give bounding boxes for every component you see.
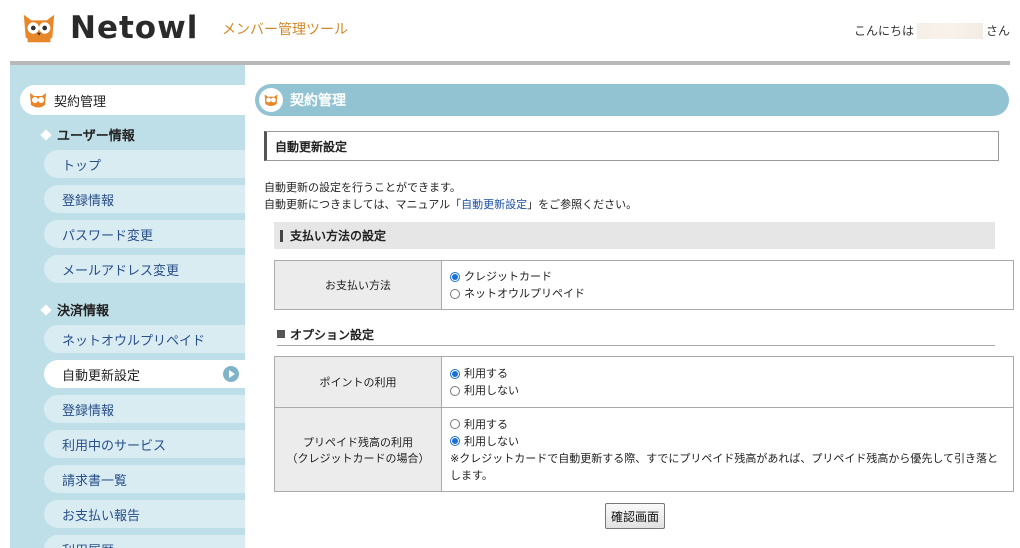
option-table: ポイントの利用 利用する 利用しない プリペイド残高の利用 （クレジットカードの…: [274, 356, 1014, 492]
section-title: ユーザー情報: [57, 129, 135, 144]
payment-method-options: クレジットカード ネットオウルプリペイド: [441, 260, 1014, 310]
table-row: ポイントの利用 利用する 利用しない: [274, 356, 1014, 408]
page-heading: 契約管理: [255, 84, 1009, 116]
radio-label: クレジットカード: [464, 270, 552, 283]
payment-section-title: 支払い方法の設定: [290, 229, 387, 243]
sidebar-item-auto-renew[interactable]: 自動更新設定: [44, 360, 245, 388]
arrow-right-icon: [223, 366, 239, 382]
manual-link[interactable]: 自動更新設定: [461, 198, 527, 211]
sidebar-head[interactable]: 契約管理: [20, 85, 245, 115]
points-options: 利用する 利用しない: [441, 356, 1014, 408]
section-payment-info: 決済情報: [40, 300, 110, 319]
diamond-icon: [40, 128, 52, 141]
section-user-info: ユーザー情報: [40, 125, 135, 144]
sidebar-item-payment-report[interactable]: お支払い報告: [44, 500, 245, 528]
points-label: ポイントの利用: [274, 356, 442, 408]
sidebar-item-payment-registration[interactable]: 登録情報: [44, 395, 245, 423]
prepaid-label: プリペイド残高の利用 （クレジットカードの場合）: [274, 407, 442, 492]
radio-label: ネットオウルプリペイド: [464, 287, 585, 300]
option-section-title: オプション設定: [290, 327, 375, 342]
radio-credit-card[interactable]: クレジットカード: [450, 268, 1005, 285]
radio-label: 利用しない: [464, 434, 519, 448]
radio-unselected-icon: [450, 288, 460, 299]
radio-prepaid[interactable]: ネットオウルプリペイド: [450, 285, 1005, 302]
radio-points-no-use[interactable]: 利用しない: [450, 382, 1005, 399]
owl-icon: [30, 93, 46, 108]
page-title: 契約管理: [290, 93, 346, 109]
radio-prepaid-use[interactable]: 利用する: [450, 416, 1005, 433]
sidebar-item-label: 自動更新設定: [62, 368, 141, 384]
greeting-suffix: さん: [985, 24, 1010, 38]
header: Netowl メンバー管理ツール こんにちは さん: [0, 0, 1020, 60]
sidebar-item-prepaid[interactable]: ネットオウルプリペイド: [44, 325, 245, 353]
bar-icon: [280, 229, 283, 242]
owl-icon: [259, 88, 283, 112]
sidebar: 契約管理 ユーザー情報 トップ 登録情報 パスワード変更 メールアドレス変更 決…: [10, 65, 245, 548]
radio-label: 利用する: [464, 417, 508, 431]
prepaid-options: 利用する 利用しない ※クレジットカードで自動更新する際、すでにプリペイド残高が…: [441, 407, 1014, 492]
sidebar-item-password[interactable]: パスワード変更: [44, 220, 245, 248]
sidebar-head-label: 契約管理: [54, 94, 107, 110]
radio-selected-icon: [450, 368, 460, 379]
sidebar-item-email[interactable]: メールアドレス変更: [44, 255, 245, 283]
prepaid-label-line2: （クレジットカードの場合）: [286, 451, 430, 465]
section-title: 決済情報: [57, 304, 110, 319]
greeting: こんにちは さん: [854, 22, 1010, 39]
description-line-1: 自動更新の設定を行うことができます。: [264, 181, 461, 194]
table-row: お支払い方法 クレジットカード ネットオウルプリペイド: [274, 260, 1014, 310]
confirm-button[interactable]: 確認画面: [605, 503, 666, 529]
desc-prefix: 自動更新につきましては、マニュアル「: [264, 198, 462, 211]
netowl-logo[interactable]: Netowl: [20, 8, 198, 48]
square-icon: [277, 330, 285, 338]
payment-method-label: お支払い方法: [274, 260, 442, 310]
radio-points-use[interactable]: 利用する: [450, 365, 1005, 382]
main-content: 契約管理 自動更新設定 自動更新の設定を行うことができます。 自動更新につきまし…: [245, 65, 1020, 548]
sidebar-item-history[interactable]: 利用履歴: [44, 535, 245, 548]
desc-suffix: 」をご参照ください。: [527, 198, 638, 211]
payment-section-heading: 支払い方法の設定: [274, 222, 995, 249]
logo-text: Netowl: [70, 10, 199, 46]
radio-label: 利用しない: [464, 384, 519, 397]
radio-selected-icon: [450, 436, 460, 446]
description-line-2: 自動更新につきましては、マニュアル「自動更新設定」をご参照ください。: [264, 196, 637, 212]
prepaid-label-line1: プリペイド残高の利用: [303, 435, 413, 449]
radio-unselected-icon: [450, 385, 460, 396]
tool-title: メンバー管理ツール: [222, 22, 348, 38]
payment-method-table: お支払い方法 クレジットカード ネットオウルプリペイド: [274, 260, 1014, 310]
radio-selected-icon: [450, 271, 460, 282]
sidebar-item-registration[interactable]: 登録情報: [44, 185, 245, 213]
radio-label: 利用する: [464, 367, 508, 380]
table-row: プリペイド残高の利用 （クレジットカードの場合） 利用する 利用しない ※クレジ…: [274, 407, 1014, 492]
masked-username: [916, 22, 983, 39]
section-box-title: 自動更新設定: [264, 131, 999, 161]
sidebar-item-services[interactable]: 利用中のサービス: [44, 430, 245, 458]
sidebar-item-top[interactable]: トップ: [44, 150, 245, 178]
option-section-heading: オプション設定: [277, 323, 995, 346]
greeting-prefix: こんにちは: [853, 24, 914, 38]
radio-unselected-icon: [450, 419, 460, 429]
diamond-icon: [40, 303, 52, 316]
radio-prepaid-no-use[interactable]: 利用しない: [450, 433, 1005, 450]
prepaid-note: ※クレジットカードで自動更新する際、すでにプリペイド残高があれば、プリペイド残高…: [450, 451, 998, 482]
sidebar-item-invoices[interactable]: 請求書一覧: [44, 465, 245, 493]
owl-logo-icon: [23, 14, 55, 43]
